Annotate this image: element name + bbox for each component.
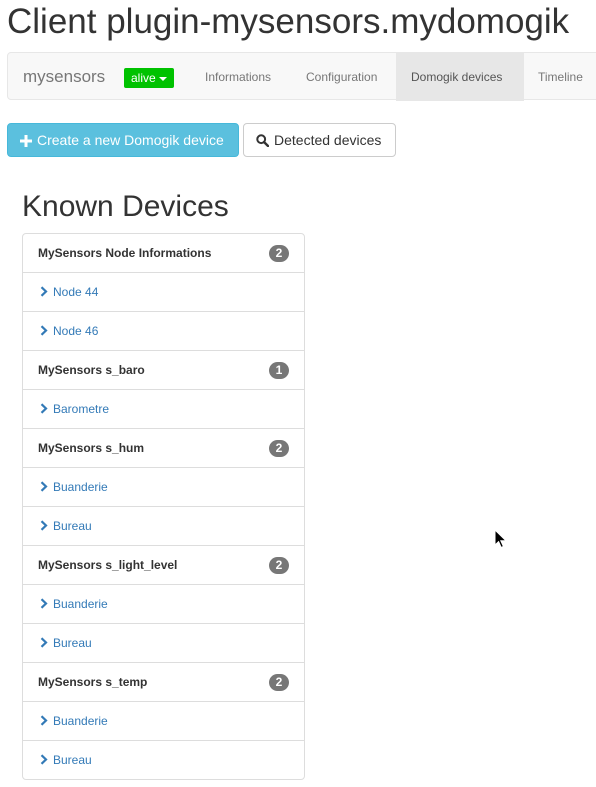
device-group-header: MySensors s_baro 1 — [23, 350, 304, 389]
tab-informations[interactable]: Informations — [190, 53, 286, 101]
device-link[interactable]: Barometre — [23, 389, 304, 428]
device-count-badge: 2 — [269, 674, 289, 691]
detected-devices-label: Detected devices — [274, 132, 382, 148]
search-icon — [256, 134, 270, 148]
chevron-right-icon — [40, 286, 48, 297]
known-devices-title: Known Devices — [22, 190, 229, 223]
device-count-badge: 1 — [269, 362, 289, 379]
device-name: Node 46 — [53, 324, 99, 338]
device-group-name: MySensors s_light_level — [38, 558, 178, 572]
plugin-navbar: mysensors alive Informations Configurati… — [7, 52, 596, 101]
device-name: Barometre — [53, 402, 110, 416]
device-name: Node 44 — [53, 285, 99, 299]
status-label: alive — [131, 71, 156, 85]
device-link[interactable]: Buanderie — [23, 701, 304, 740]
device-count-badge: 2 — [269, 245, 289, 262]
device-group-name: MySensors s_hum — [38, 441, 145, 455]
tab-configuration[interactable]: Configuration — [291, 53, 392, 101]
device-group-name: MySensors s_temp — [38, 675, 148, 689]
device-link[interactable]: Bureau — [23, 740, 304, 779]
device-link[interactable]: Node 46 — [23, 311, 304, 350]
device-group-header: MySensors s_hum 2 — [23, 428, 304, 467]
device-name: Buanderie — [53, 480, 108, 494]
create-device-button[interactable]: Create a new Domogik device — [7, 123, 239, 157]
chevron-right-icon — [40, 637, 48, 648]
device-group-name: MySensors s_baro — [38, 363, 145, 377]
page-title: Client plugin-mysensors.mydomogik — [7, 2, 570, 41]
device-count-badge: 2 — [269, 557, 289, 574]
chevron-right-icon — [40, 403, 48, 414]
device-name: Bureau — [53, 519, 92, 533]
chevron-right-icon — [40, 715, 48, 726]
tab-timeline[interactable]: Timeline — [523, 53, 596, 101]
device-link[interactable]: Node 44 — [23, 272, 304, 311]
device-link[interactable]: Buanderie — [23, 467, 304, 506]
known-devices-list: MySensors Node Informations 2 Node 44 Node … — [22, 233, 305, 780]
device-group-header: MySensors s_temp 2 — [23, 662, 304, 701]
chevron-right-icon — [40, 754, 48, 765]
device-name: Buanderie — [53, 597, 108, 611]
device-group-header: MySensors Node Informations 2 — [23, 234, 304, 272]
chevron-right-icon — [40, 481, 48, 492]
device-name: Bureau — [53, 753, 92, 767]
caret-down-icon — [158, 76, 167, 81]
device-group-name: MySensors Node Informations — [38, 246, 212, 260]
device-name: Bureau — [53, 636, 92, 650]
chevron-right-icon — [40, 598, 48, 609]
navbar-brand[interactable]: mysensors — [23, 53, 105, 101]
chevron-right-icon — [40, 325, 48, 336]
status-dropdown[interactable]: alive — [124, 68, 174, 88]
plus-icon — [20, 135, 32, 147]
create-device-label: Create a new Domogik device — [37, 132, 224, 148]
device-name: Buanderie — [53, 714, 108, 728]
device-group-header: MySensors s_light_level 2 — [23, 545, 304, 584]
tab-domogik-devices[interactable]: Domogik devices — [396, 53, 524, 101]
chevron-right-icon — [40, 520, 48, 531]
device-link[interactable]: Bureau — [23, 506, 304, 545]
device-link[interactable]: Buanderie — [23, 584, 304, 623]
device-link[interactable]: Bureau — [23, 623, 304, 662]
detected-devices-button[interactable]: Detected devices — [243, 123, 396, 157]
device-count-badge: 2 — [269, 440, 289, 457]
mouse-cursor-icon — [494, 529, 507, 549]
